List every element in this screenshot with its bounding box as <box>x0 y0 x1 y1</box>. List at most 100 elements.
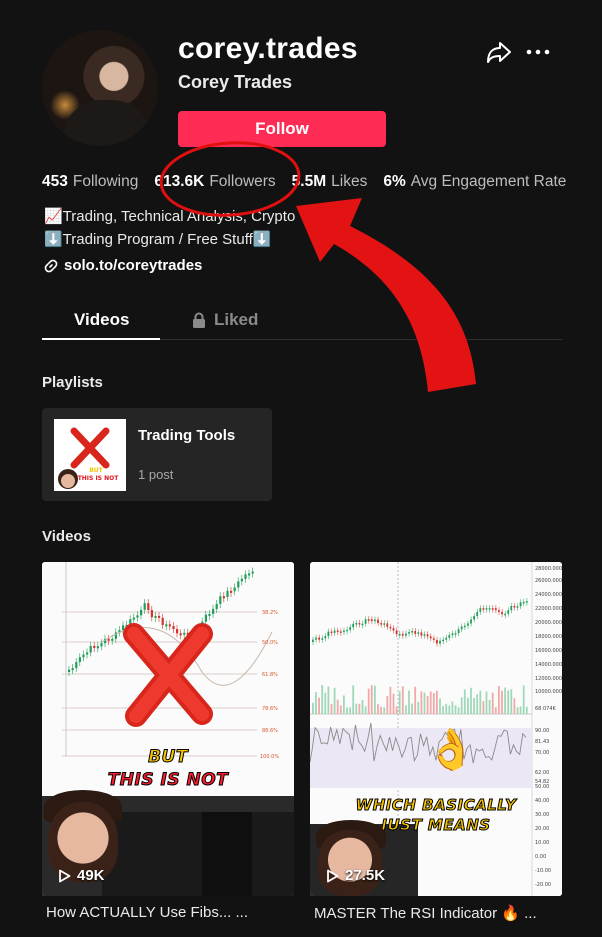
candle-body <box>321 638 324 640</box>
candle-body <box>222 596 225 599</box>
tab-videos[interactable]: Videos <box>74 310 129 330</box>
share-icon[interactable] <box>486 40 512 64</box>
more-icon[interactable] <box>526 40 550 64</box>
profile-stats: 453 Following 613.6K Followers 5.5M Like… <box>42 173 582 191</box>
candle-body <box>504 613 506 616</box>
volume-bar <box>420 691 423 714</box>
candle-body <box>349 627 351 630</box>
stat-label: Following <box>72 173 139 190</box>
video-card[interactable]: 28000.000 26000.000 24000.000 22000.000 2000… <box>310 562 562 896</box>
candle-body <box>374 619 376 622</box>
rsi-axis-label: -10.00 <box>535 868 551 874</box>
video-caption[interactable]: MASTER The RSI Indicator 🔥 ... <box>314 904 537 922</box>
profile-display-name: Corey Trades <box>178 72 293 92</box>
tab-active-indicator <box>42 338 160 340</box>
stat-engagement: 6% Avg Engagement Rate <box>383 173 566 191</box>
candle-body <box>445 637 448 640</box>
thumb-text-bottom: THIS IS NOT <box>78 475 120 482</box>
playlist-name: Trading Tools <box>138 427 236 444</box>
candle-body <box>451 633 454 636</box>
profile-link[interactable]: solo.to/coreytrades <box>44 257 202 274</box>
volume-bar <box>364 706 367 714</box>
volume-bar <box>485 691 488 714</box>
price-axis-label: 16000.000 <box>535 648 562 654</box>
candle-body <box>401 633 404 636</box>
volume-bar <box>312 702 314 714</box>
profile-link-text: solo.to/coreytrades <box>64 257 203 274</box>
candle-body <box>414 631 417 634</box>
volume-bar <box>383 707 386 714</box>
stat-value: 453 <box>42 173 68 190</box>
candle-body <box>143 603 146 610</box>
candle-body <box>423 634 426 636</box>
volume-bar <box>507 690 510 714</box>
price-axis-label: 24000.000 <box>535 592 562 598</box>
volume-bar <box>386 696 389 714</box>
volume-bar <box>442 706 444 714</box>
volume-bar <box>460 697 463 714</box>
candle-body <box>361 623 364 626</box>
volume-bar <box>361 700 364 714</box>
video-views: 49K <box>58 867 105 884</box>
volume-bar <box>457 707 460 714</box>
candle-body <box>68 669 71 672</box>
rsi-axis-label: 70.00 <box>535 750 549 756</box>
stat-following[interactable]: 453 Following <box>42 173 138 191</box>
volume-bar <box>392 693 395 714</box>
candle-body <box>411 631 413 633</box>
candle-body <box>122 625 125 631</box>
candle-body <box>476 611 479 617</box>
candle-body <box>215 603 218 609</box>
candle-body <box>479 608 482 612</box>
video-views: 27.5K <box>326 867 385 884</box>
volume-bar <box>389 686 392 714</box>
candle-body <box>100 643 103 647</box>
volume-bar <box>501 690 503 714</box>
tab-liked[interactable]: Liked <box>192 310 258 330</box>
video-overlay-bottom: THIS IS NOT <box>107 770 229 791</box>
candle-body <box>324 636 327 639</box>
candle-body <box>436 639 438 644</box>
volume-bar <box>498 685 500 714</box>
candle-body <box>429 636 432 639</box>
volume-bar <box>374 685 376 714</box>
playlist-card[interactable]: BUT THIS IS NOT Trading Tools 1 post <box>42 408 272 501</box>
candle-body <box>522 601 525 604</box>
candle-body <box>355 623 358 625</box>
candle-body <box>398 633 401 636</box>
volume-bar <box>488 700 491 714</box>
candle-body <box>377 619 379 624</box>
candle-body <box>230 590 233 593</box>
stat-value: 613.6K <box>154 173 205 190</box>
volume-bar <box>377 704 379 714</box>
candle-body <box>488 608 491 610</box>
candle-body <box>510 606 513 611</box>
candle-body <box>315 637 317 640</box>
playlist-thumbnail-art: BUT THIS IS NOT <box>54 419 126 491</box>
volume-bar <box>491 692 494 714</box>
candle-body <box>165 624 168 627</box>
rsi-axis-label: 90.00 <box>535 728 549 734</box>
volume-bar <box>445 703 448 714</box>
volume-bar <box>395 706 398 714</box>
volume-bar <box>321 685 324 714</box>
candle-body <box>96 646 99 649</box>
follow-button[interactable]: Follow <box>178 111 386 147</box>
video-caption[interactable]: How ACTUALLY Use Fibs... ... <box>46 904 248 921</box>
volume-bar <box>519 706 522 714</box>
candle-body <box>339 631 342 633</box>
rsi-axis-label: 10.00 <box>535 840 549 846</box>
stat-followers[interactable]: 613.6K Followers <box>154 173 275 191</box>
volume-bar <box>315 692 317 714</box>
profile-tabs: Videos Liked <box>42 302 562 340</box>
volume-bar <box>336 699 339 714</box>
candle-body <box>473 616 475 620</box>
video-card[interactable]: 38.2% 50.0% 61.8% 78.6% 88.6% 100.0% BUT… <box>42 562 294 896</box>
volume-bar <box>417 702 420 714</box>
candle-body <box>380 623 382 625</box>
stat-value: 5.5M <box>291 173 327 190</box>
price-axis-label: 18000.000 <box>535 634 562 640</box>
candle-body <box>204 614 207 622</box>
volume-bar <box>349 707 351 714</box>
rsi-axis-label: 0.00 <box>535 854 546 860</box>
